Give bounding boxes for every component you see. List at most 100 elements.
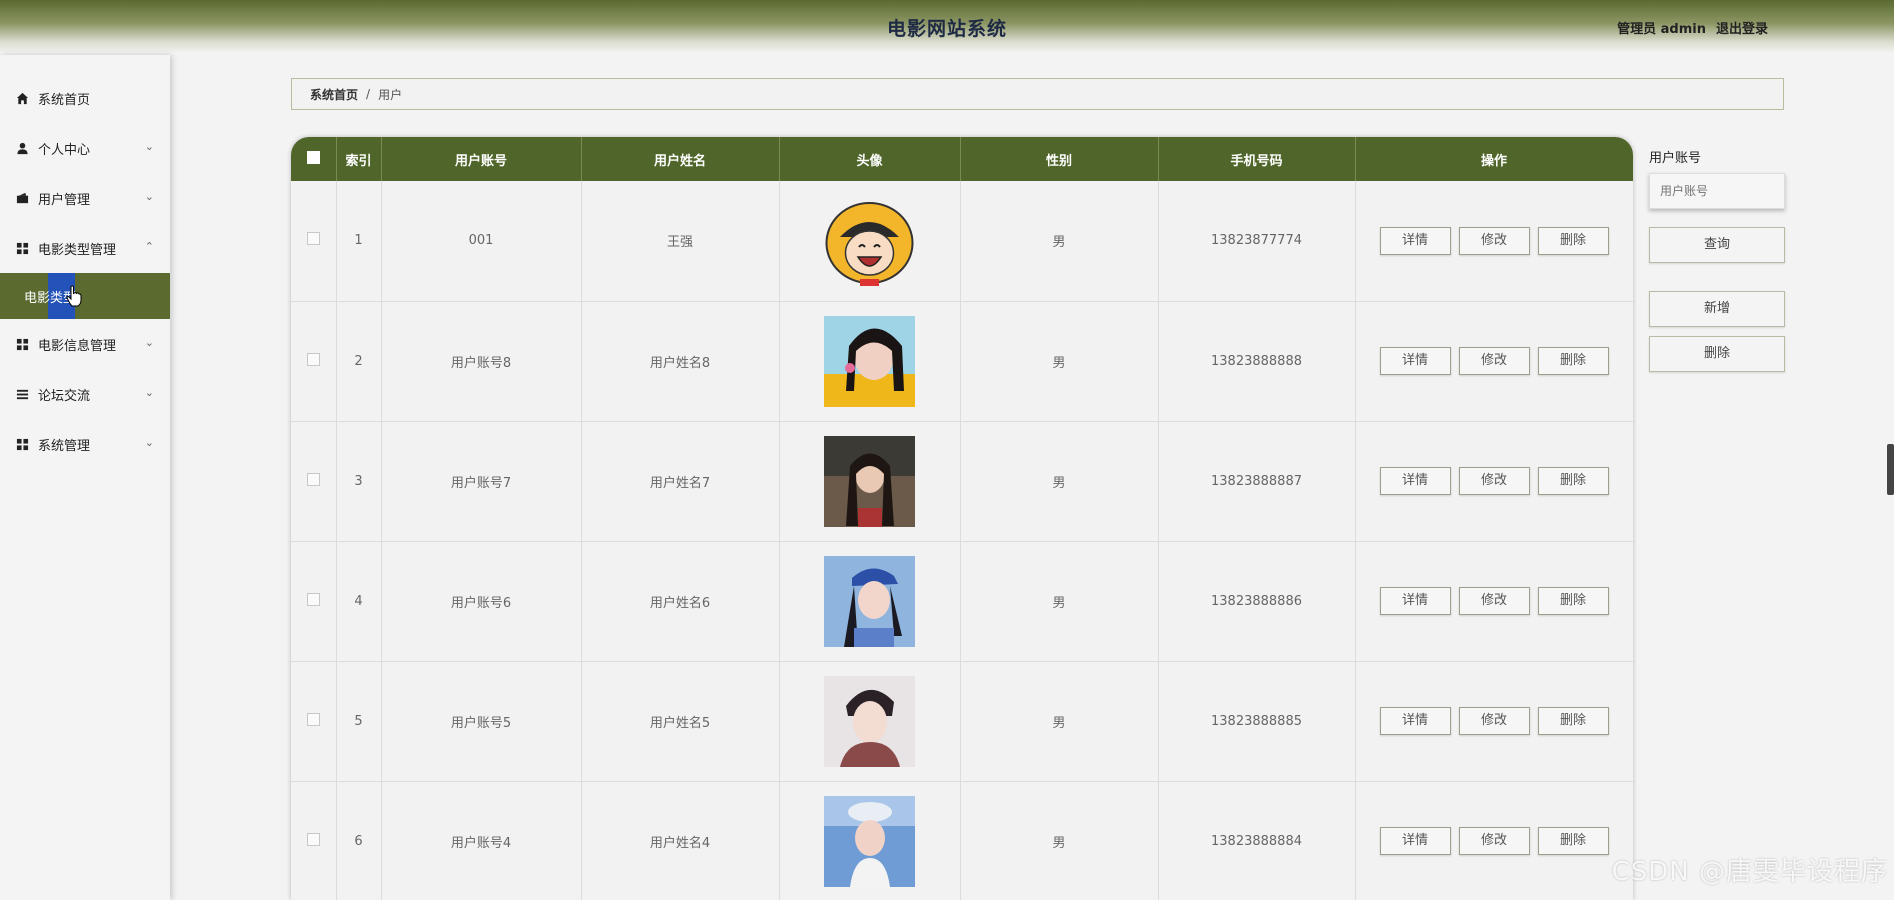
phone-cell: 13823888884: [1158, 781, 1356, 900]
actions-cell: 详情 修改 删除: [1355, 541, 1633, 662]
delete-button[interactable]: 删除: [1537, 827, 1609, 855]
detail-button[interactable]: 详情: [1379, 827, 1451, 855]
index-cell: 3: [336, 421, 382, 542]
edit-button[interactable]: 修改: [1458, 707, 1530, 735]
avatar-cell: [779, 421, 961, 542]
row-checkbox[interactable]: [306, 832, 320, 846]
logout-link[interactable]: 退出登录: [1716, 18, 1768, 37]
gender-cell: 男: [960, 181, 1159, 302]
query-button[interactable]: 查询: [1649, 227, 1785, 263]
phone-cell: 13823888887: [1158, 421, 1356, 542]
breadcrumb-separator: /: [366, 87, 371, 101]
gender-cell: 男: [960, 541, 1159, 662]
account-cell: 用户账号8: [381, 301, 582, 422]
name-cell: 用户姓名5: [581, 661, 780, 782]
row-select-cell: [291, 661, 337, 782]
name-cell: 王强: [581, 181, 780, 302]
select-all-header: [291, 137, 337, 181]
row-checkbox[interactable]: [306, 352, 320, 366]
actions-cell: 详情 修改 删除: [1355, 301, 1633, 422]
photo-avatar-image: [824, 555, 915, 647]
sidebar-item-label: 个人中心: [38, 142, 91, 158]
gender-cell: 男: [960, 421, 1159, 542]
row-select-cell: [291, 301, 337, 422]
delete-button[interactable]: 删除: [1537, 226, 1609, 255]
avatar-cell: [779, 541, 961, 662]
sidebar-item-personal[interactable]: 个人中心 ⌄: [0, 123, 170, 173]
detail-button[interactable]: 详情: [1379, 707, 1451, 735]
wallet-icon: [14, 190, 30, 206]
detail-button[interactable]: 详情: [1379, 587, 1451, 615]
search-label: 用户账号: [1649, 151, 1702, 166]
sidebar-item-label: 系统首页: [38, 92, 91, 108]
delete-button[interactable]: 删除: [1537, 347, 1609, 375]
row-checkbox[interactable]: [306, 472, 320, 486]
photo-avatar-image: [824, 315, 915, 407]
actions-cell: 详情 修改 删除: [1355, 181, 1633, 302]
grid-icon: [14, 436, 30, 452]
edit-button[interactable]: 修改: [1458, 587, 1530, 615]
table-row: 5 用户账号5 用户姓名5 男 13823888885 详情 修改 删除: [291, 661, 1633, 782]
index-cell: 4: [336, 541, 382, 662]
detail-button[interactable]: 详情: [1379, 347, 1451, 375]
index-cell: 6: [336, 781, 382, 900]
column-header: 头像: [779, 137, 961, 181]
sidebar-item-users[interactable]: 用户管理 ⌄: [0, 173, 170, 223]
row-checkbox[interactable]: [306, 232, 320, 246]
account-cell: 用户账号5: [381, 661, 582, 782]
table-row: 2 用户账号8 用户姓名8 男 13823888888 详情 修改 删除: [291, 301, 1633, 422]
table-row: 6 用户账号4 用户姓名4 男 13823888884 详情 修改 删除: [291, 781, 1633, 900]
sidebar-item-forum[interactable]: 论坛交流 ⌄: [0, 369, 170, 419]
sidebar-subitem-movie-type[interactable]: 电影类型: [0, 273, 170, 319]
select-all-checkbox[interactable]: [306, 150, 320, 164]
breadcrumb-current: 用户: [378, 87, 403, 102]
name-cell: 用户姓名7: [581, 421, 780, 542]
person-icon: [14, 140, 30, 156]
delete-button[interactable]: 删除: [1537, 587, 1609, 615]
phone-cell: 13823888886: [1158, 541, 1356, 662]
sidebar-item-home[interactable]: 系统首页: [0, 73, 170, 123]
chevron-down-icon: ⌄: [144, 336, 154, 349]
edit-button[interactable]: 修改: [1458, 467, 1530, 495]
row-checkbox[interactable]: [306, 712, 320, 726]
sidebar-item-movie-info[interactable]: 电影信息管理 ⌄: [0, 319, 170, 369]
grid-icon: [14, 240, 30, 256]
actions-cell: 详情 修改 删除: [1355, 421, 1633, 542]
grid-icon: [14, 336, 30, 352]
delete-button[interactable]: 删除: [1537, 707, 1609, 735]
delete-button[interactable]: 删除: [1537, 467, 1609, 495]
sidebar-item-movie-type[interactable]: 电影类型管理 ⌃: [0, 223, 170, 273]
account-cell: 用户账号4: [381, 781, 582, 900]
row-select-cell: [291, 421, 337, 542]
gender-cell: 男: [960, 781, 1159, 900]
phone-cell: 13823877774: [1158, 181, 1356, 302]
sidebar-item-system[interactable]: 系统管理 ⌄: [0, 419, 170, 469]
gender-cell: 男: [960, 661, 1159, 782]
row-select-cell: [291, 541, 337, 662]
chevron-down-icon: ⌄: [144, 436, 154, 449]
avatar-cell: [779, 181, 961, 302]
row-checkbox[interactable]: [306, 592, 320, 606]
add-button[interactable]: 新增: [1649, 291, 1785, 327]
column-header: 用户账号: [381, 137, 582, 181]
hand-cursor-icon: [66, 285, 82, 311]
detail-button[interactable]: 详情: [1379, 467, 1451, 495]
batch-delete-button[interactable]: 删除: [1649, 336, 1785, 372]
edit-button[interactable]: 修改: [1458, 827, 1530, 855]
index-cell: 5: [336, 661, 382, 782]
sidebar: 系统首页 个人中心 ⌄ 用户管理 ⌄ 电影类型管理 ⌃ 电影类型 电影信息管理: [0, 55, 170, 900]
phone-cell: 13823888888: [1158, 301, 1356, 422]
edit-button[interactable]: 修改: [1458, 347, 1530, 375]
phone-cell: 13823888885: [1158, 661, 1356, 782]
detail-button[interactable]: 详情: [1379, 226, 1451, 255]
home-icon: [14, 90, 30, 106]
column-header: 性别: [960, 137, 1159, 181]
photo-avatar-image: [824, 795, 915, 887]
user-table: 索引 用户账号 用户姓名 头像 性别 手机号码 操作 1 001 王强 男 13…: [291, 137, 1633, 900]
cartoon-avatar-image: [825, 202, 914, 287]
edit-button[interactable]: 修改: [1458, 226, 1530, 255]
page-scrollbar-thumb[interactable]: [1887, 444, 1894, 495]
actions-cell: 详情 修改 删除: [1355, 781, 1633, 900]
account-search-input[interactable]: [1649, 173, 1785, 209]
breadcrumb-home[interactable]: 系统首页: [310, 86, 358, 103]
